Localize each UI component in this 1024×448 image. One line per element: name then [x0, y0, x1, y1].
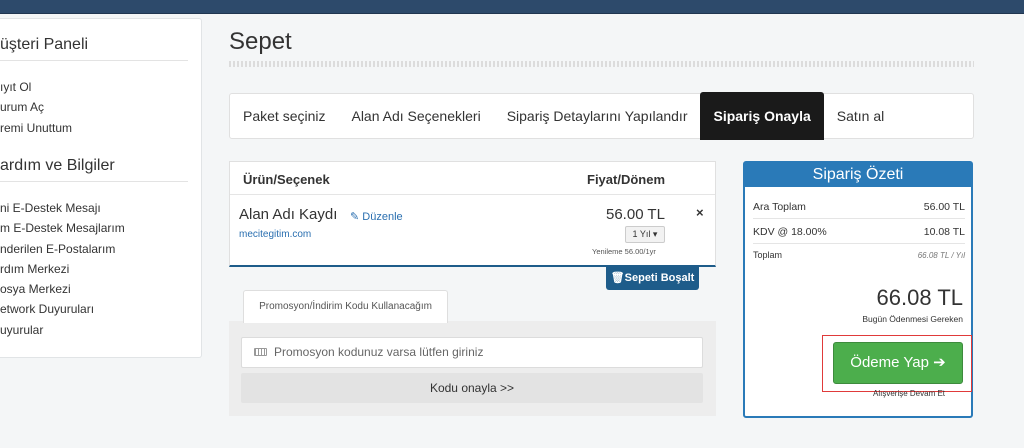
cart-table: Ürün/Seçenek Fiyat/Dönem Alan Adı Kaydı … [229, 161, 716, 267]
continue-shopping-link[interactable]: Alışverişe Devam Et [873, 389, 945, 398]
ticket-icon [254, 348, 267, 356]
summary-total-row: Toplam 66.08 TL / Yıl [753, 243, 965, 267]
step-select-package[interactable]: Paket seçiniz [243, 93, 325, 139]
edit-label: Düzenle [362, 211, 403, 223]
tax-value: 10.08 TL [923, 226, 965, 238]
pencil-icon: ✎ [350, 211, 360, 223]
edit-item-link[interactable]: ✎ Düzenle [350, 210, 403, 223]
sidebar-item-help-center[interactable]: rdım Merkezi [0, 259, 200, 279]
tab-promo-code[interactable]: Promosyon/İndirim Kodu Kullanacağım [243, 290, 448, 323]
total-per-year: 66.08 TL / Yıl [917, 251, 965, 260]
sidebar-item-register[interactable]: ıyıt Ol [0, 77, 200, 97]
summary-tax-row: KDV @ 18.00% 10.08 TL [753, 220, 965, 244]
tax-label: KDV @ 18.00% [753, 226, 827, 238]
subtotal-label: Ara Toplam [753, 201, 806, 213]
caret-down-icon: ▾ [652, 229, 658, 239]
step-purchase[interactable]: Satın al [837, 93, 884, 139]
due-today-label: Bugün Ödenmesi Gereken [862, 314, 963, 324]
summary-subtotal-row: Ara Toplam 56.00 TL [753, 195, 965, 219]
sidebar-item-forgot-password[interactable]: remi Unuttum [0, 118, 200, 138]
promo-code-input[interactable]: Promosyon kodunuz varsa lütfen giriniz [241, 337, 703, 368]
step-confirm-order[interactable]: Sipariş Onayla [700, 92, 824, 140]
sidebar-item-new-ticket[interactable]: ni E-Destek Mesajı [0, 198, 200, 218]
column-price: Fiyat/Dönem [587, 172, 666, 187]
cart-item-domain: mecitegitim.com [239, 229, 312, 240]
total-due-amount: 66.08 TL [876, 285, 963, 310]
sidebar-item-sent-emails[interactable]: nderilen E-Postalarım [0, 239, 200, 259]
sidebar-section-customer-panel: üşteri Paneli [0, 36, 188, 61]
sidebar: üşteri Paneli ıyıt Ol urum Aç remi Unutt… [0, 18, 202, 358]
sidebar-item-my-tickets[interactable]: m E-Destek Mesajlarım [0, 218, 200, 238]
sidebar-item-network-announcements[interactable]: etwork Duyuruları [0, 299, 200, 319]
top-navbar [0, 0, 1024, 14]
empty-cart-button[interactable]: 🗑Sepeti Boşalt [606, 266, 699, 290]
sidebar-item-create-account[interactable]: urum Aç [0, 97, 200, 117]
subtotal-value: 56.00 TL [923, 201, 965, 213]
sidebar-item-announcements[interactable]: uyurular [0, 320, 200, 340]
checkout-steps: Paket seçiniz Alan Adı Seçenekleri Sipar… [229, 92, 974, 140]
sidebar-links-customer: ıyıt Ol urum Aç remi Unuttum [0, 77, 200, 138]
column-product: Ürün/Seçenek [243, 172, 330, 187]
cart-item-price: 56.00 TL [606, 206, 665, 223]
sidebar-section-help: ardım ve Bilgiler [0, 157, 188, 182]
cart-header: Ürün/Seçenek Fiyat/Dönem [230, 162, 715, 195]
step-domain-options[interactable]: Alan Adı Seçenekleri [351, 93, 480, 139]
title-divider [229, 61, 974, 67]
summary-title: Sipariş Özeti [745, 163, 971, 187]
sidebar-links-help: ni E-Destek Mesajı m E-Destek Mesajlarım… [0, 198, 200, 340]
trash-icon: 🗑 [610, 272, 625, 284]
renewal-price: Yenileme 56.00/1yr [592, 247, 656, 256]
page-title: Sepet [229, 28, 292, 55]
pay-button-label: Ödeme Yap [850, 354, 929, 371]
step-configure-details[interactable]: Sipariş Detaylarını Yapılandır [507, 93, 688, 139]
billing-period-value: 1 Yıl [632, 229, 651, 239]
remove-item-icon[interactable]: × [696, 205, 704, 220]
cart-item-name: Alan Adı Kaydı [239, 206, 338, 223]
billing-period-select[interactable]: 1 Yıl ▾ [625, 226, 665, 243]
total-label: Toplam [753, 250, 783, 260]
arrow-right-icon: ➔ [933, 354, 946, 371]
sidebar-item-file-center[interactable]: osya Merkezi [0, 279, 200, 299]
apply-promo-button[interactable]: Kodu onayla >> [241, 373, 703, 403]
empty-cart-label: Sepeti Boşalt [624, 272, 695, 284]
checkout-pay-button[interactable]: Ödeme Yap ➔ [833, 342, 963, 384]
